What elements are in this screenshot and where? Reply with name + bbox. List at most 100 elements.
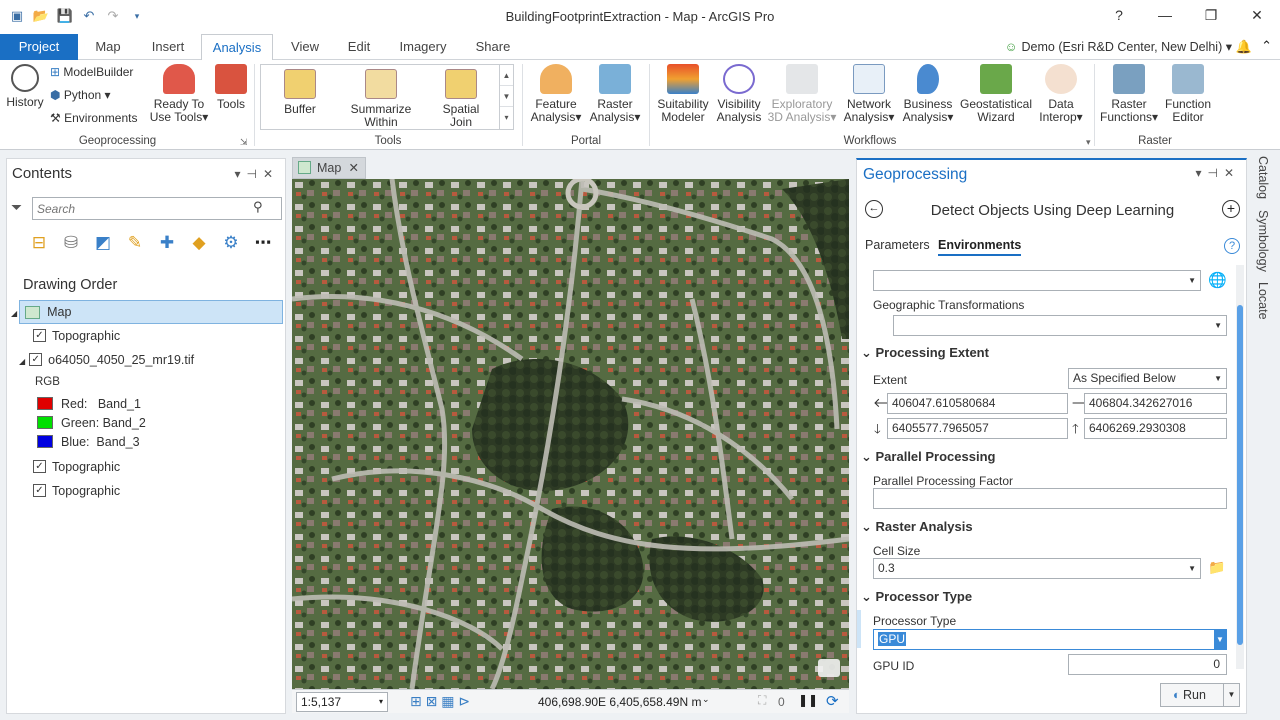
ready-to-use-tools-button[interactable]: Ready To Use Tools▾: [148, 64, 210, 124]
cell-size-dropdown[interactable]: 0.3 ▼: [873, 558, 1201, 579]
layer-row[interactable]: ✓ Topographic: [33, 456, 120, 478]
help-button[interactable]: ?: [1096, 0, 1142, 30]
list-by-selection-icon[interactable]: ◩: [91, 231, 115, 255]
tab-parameters[interactable]: Parameters: [865, 238, 930, 252]
selected-features-icon[interactable]: ⛶: [758, 693, 766, 708]
layer-row[interactable]: ◢ ✓ o64050_4050_25_mr19.tif: [19, 349, 194, 371]
spatial-join-tool[interactable]: Spatial Join: [435, 69, 487, 129]
extent-left-input[interactable]: 406047.610580684: [887, 393, 1068, 414]
network-analysis-button[interactable]: Network Analysis▾: [842, 64, 896, 124]
tab-edit[interactable]: Edit: [338, 34, 380, 60]
grid-tools-icon[interactable]: ⊞ ⊠ ▦ ⊳: [410, 693, 470, 710]
ribbon-collapse-icon[interactable]: ⌃: [1261, 38, 1272, 54]
list-by-editing-icon[interactable]: ✎: [123, 231, 147, 255]
close-tab-icon[interactable]: ✕: [349, 158, 359, 178]
summarize-within-tool[interactable]: Summarize Within: [349, 69, 413, 129]
raster-analysis-section[interactable]: Raster Analysis: [861, 519, 973, 535]
notification-icon[interactable]: 🔔: [1236, 39, 1252, 55]
suitability-modeler-button[interactable]: Suitability Modeler: [653, 64, 713, 124]
tab-insert[interactable]: Insert: [142, 34, 194, 60]
python-button[interactable]: ⬢ Python ▾: [50, 89, 150, 102]
help-icon[interactable]: ?: [1224, 238, 1240, 254]
business-analysis-button[interactable]: Business Analysis▾: [900, 64, 956, 124]
gallery-scroll[interactable]: ▲ ▼ ▾: [499, 65, 513, 129]
tab-analysis[interactable]: Analysis: [201, 34, 273, 61]
gallery-down-icon[interactable]: ▼: [500, 86, 513, 107]
refresh-icon[interactable]: ⟳: [826, 692, 839, 710]
list-by-drawing-order-icon[interactable]: ⊟: [27, 231, 51, 255]
workflows-expand-icon[interactable]: ▾: [1086, 137, 1091, 148]
layer-visibility-checkbox[interactable]: ✓: [29, 353, 43, 367]
filter-icon[interactable]: ⏷: [11, 199, 22, 216]
map-tree-item[interactable]: ◢ Map: [11, 301, 71, 323]
raster-analysis-button[interactable]: Raster Analysis▾: [588, 64, 642, 124]
extent-bottom-input[interactable]: 6405577.7965057: [887, 418, 1068, 439]
parallel-factor-input[interactable]: [873, 488, 1227, 509]
side-tab-locate[interactable]: Locate: [1256, 282, 1270, 320]
function-editor-button[interactable]: Function Editor: [1160, 64, 1216, 124]
processing-extent-section[interactable]: Processing Extent: [861, 345, 989, 361]
pane-controls[interactable]: ▾⊣✕: [234, 159, 279, 189]
layer-row[interactable]: ✓ Topographic: [33, 325, 120, 347]
coordinate-format-icon[interactable]: ⌄: [702, 694, 710, 705]
visibility-analysis-button[interactable]: Visibility Analysis: [714, 64, 764, 124]
globe-icon[interactable]: 🌐: [1208, 271, 1227, 289]
collapse-icon[interactable]: ◢: [11, 309, 17, 318]
raster-functions-button[interactable]: Raster Functions▾: [1100, 64, 1158, 124]
user-account[interactable]: ☺ Demo (Esri R&D Center, New Delhi) ▾: [1005, 39, 1232, 54]
add-icon[interactable]: +: [1222, 200, 1240, 218]
restore-button[interactable]: ❐: [1188, 0, 1234, 30]
environments-button[interactable]: ⚒ Environments: [50, 112, 150, 125]
list-by-perspective-icon[interactable]: ⚙: [219, 231, 243, 255]
extent-dropdown[interactable]: As Specified Below ▼: [1068, 368, 1227, 389]
history-button[interactable]: History: [4, 64, 46, 109]
list-by-snapping-icon[interactable]: ✚: [155, 231, 179, 255]
environments-scrollbar[interactable]: [1236, 265, 1244, 669]
folder-icon[interactable]: 📁: [1208, 559, 1225, 576]
geoprocessing-launcher-icon[interactable]: ⇲: [240, 137, 248, 148]
tab-environments[interactable]: Environments: [938, 238, 1022, 256]
coordinate-system-dropdown[interactable]: ▼: [873, 270, 1201, 291]
gallery-expand-icon[interactable]: ▾: [500, 107, 513, 128]
extent-right-input[interactable]: 406804.342627016: [1084, 393, 1227, 414]
tab-imagery[interactable]: Imagery: [392, 34, 454, 60]
data-interop-button[interactable]: Data Interop▾: [1036, 64, 1086, 124]
layer-row[interactable]: ✓ Topographic: [33, 480, 120, 502]
close-button[interactable]: ✕: [1234, 0, 1280, 30]
extent-top-input[interactable]: 6406269.2930308: [1084, 418, 1227, 439]
layer-visibility-checkbox[interactable]: ✓: [33, 484, 46, 498]
map-overlay-icon[interactable]: [818, 659, 840, 677]
geostatistical-wizard-button[interactable]: Geostatistical Wizard: [958, 64, 1034, 124]
list-by-source-icon[interactable]: ⛁: [59, 231, 83, 255]
map-view-tab[interactable]: Map ✕: [292, 157, 366, 179]
gpu-id-input[interactable]: 0: [1068, 654, 1227, 675]
chevron-down-icon[interactable]: ▼: [1223, 684, 1239, 706]
tab-map[interactable]: Map: [84, 34, 132, 60]
pause-drawing-icon[interactable]: ❚❚: [798, 693, 818, 707]
tab-view[interactable]: View: [282, 34, 328, 60]
side-tab-symbology[interactable]: Symbology: [1256, 210, 1270, 272]
map-canvas[interactable]: [292, 179, 849, 689]
search-icon[interactable]: ⚲: [253, 199, 263, 215]
layer-visibility-checkbox[interactable]: ✓: [33, 460, 46, 474]
more-options-icon[interactable]: ⋯: [251, 231, 275, 255]
tools-button[interactable]: Tools: [212, 64, 250, 111]
feature-analysis-button[interactable]: Feature Analysis▾: [528, 64, 584, 124]
scale-selector[interactable]: 1:5,137 ▾: [296, 692, 388, 712]
tab-project[interactable]: Project: [0, 34, 78, 60]
minimize-button[interactable]: —: [1142, 0, 1188, 30]
contents-search-input[interactable]: [32, 197, 282, 220]
layer-visibility-checkbox[interactable]: ✓: [33, 329, 46, 343]
modelbuilder-button[interactable]: ⊞ ModelBuilder: [50, 66, 150, 79]
list-by-labeling-icon[interactable]: ◆: [187, 231, 211, 255]
exploratory-3d-analysis-button[interactable]: Exploratory 3D Analysis▾: [766, 64, 838, 124]
pane-controls[interactable]: ▾⊣✕: [1195, 166, 1240, 180]
parallel-processing-section[interactable]: Parallel Processing: [861, 449, 996, 465]
side-tab-catalog[interactable]: Catalog: [1256, 156, 1270, 199]
geographic-transformations-dropdown[interactable]: ▼: [893, 315, 1227, 336]
processor-type-dropdown[interactable]: GPU ▼: [873, 629, 1227, 650]
scroll-thumb[interactable]: [1237, 305, 1243, 645]
buffer-tool[interactable]: Buffer: [273, 69, 327, 116]
tab-share[interactable]: Share: [468, 34, 518, 60]
collapse-icon[interactable]: ◢: [19, 357, 25, 366]
